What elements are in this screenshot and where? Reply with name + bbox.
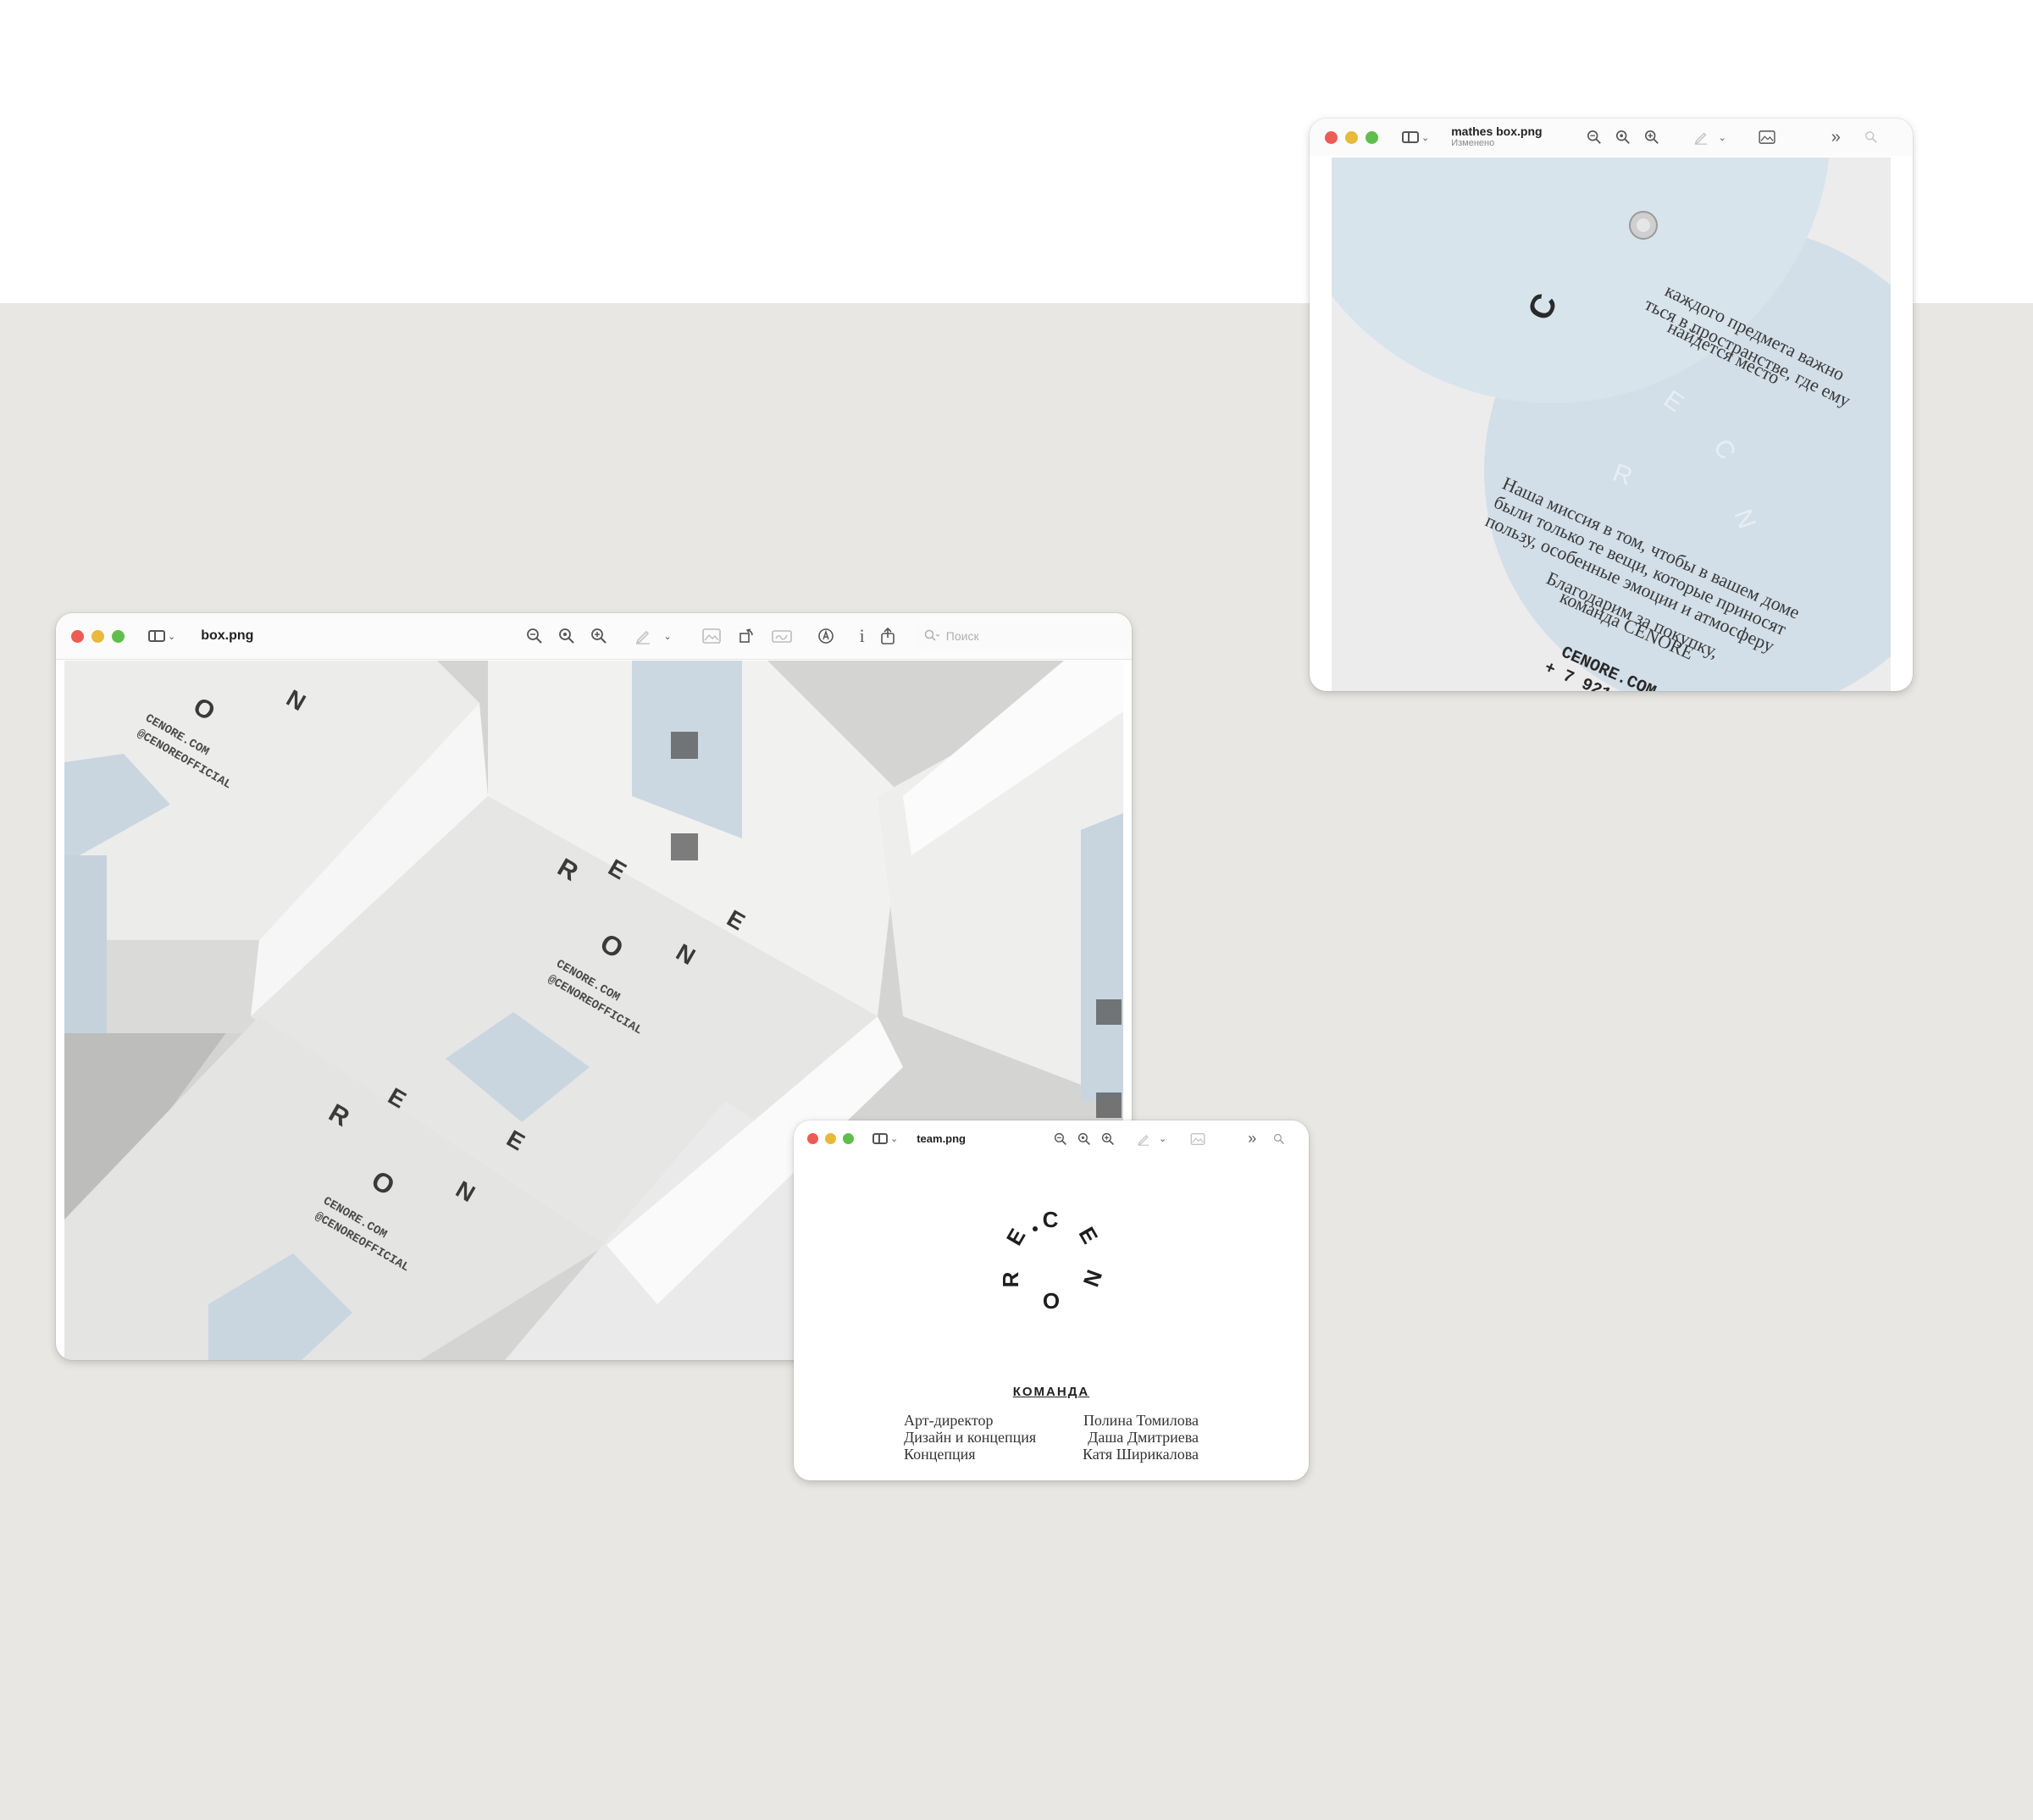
- image-adjust-icon[interactable]: [1759, 130, 1775, 144]
- sidebar-icon: [148, 630, 165, 642]
- chevron-down-icon: ⌄: [168, 631, 176, 642]
- logo-letter-n: N: [1078, 1266, 1108, 1290]
- logo-letter-e-left: E: [1001, 1224, 1031, 1249]
- zoom-out-icon[interactable]: [1587, 130, 1602, 145]
- zoom-out-icon[interactable]: [1054, 1132, 1067, 1146]
- box-window-toolbar: ⌄ box.png ⌄ i Поиск: [56, 613, 1132, 660]
- close-button[interactable]: [807, 1133, 818, 1144]
- team-role: Концепция: [904, 1446, 976, 1463]
- zoom-button[interactable]: [1365, 130, 1378, 144]
- markup-pen-icon[interactable]: [634, 628, 651, 644]
- markup-chevron-icon[interactable]: ⌄: [1719, 130, 1726, 145]
- zoom-in-icon[interactable]: [590, 628, 607, 644]
- zoom-in-icon[interactable]: [1644, 130, 1659, 145]
- title-group: mathes box.png Изменено: [1451, 125, 1542, 149]
- close-button[interactable]: [1325, 130, 1338, 144]
- logo-letter-r: R: [998, 1271, 1023, 1287]
- team-row: Арт-директор Полина Томилова: [904, 1412, 1199, 1429]
- traffic-lights: [71, 629, 125, 643]
- zoom-button[interactable]: [843, 1133, 854, 1144]
- zoom-button[interactable]: [112, 629, 125, 643]
- logo-letter-e-right: E: [1074, 1222, 1104, 1247]
- team-list: Арт-директор Полина Томилова Дизайн и ко…: [904, 1412, 1199, 1463]
- team-member-name: Катя Ширикалова: [1083, 1446, 1199, 1463]
- sidebar-icon: [1402, 131, 1419, 143]
- mathes-window-toolbar: ⌄ mathes box.png Изменено ⌄ »: [1310, 119, 1913, 156]
- team-role: Арт-директор: [904, 1412, 994, 1429]
- team-row: Дизайн и концепция Даша Дмитриева: [904, 1429, 1199, 1446]
- mathes-image-view: E C R N C каждого предмета важно ться в …: [1332, 158, 1891, 691]
- markup-pen-icon[interactable]: [1693, 130, 1709, 145]
- mathes-preview-window[interactable]: ⌄ mathes box.png Изменено ⌄ » E C R N C …: [1310, 119, 1913, 691]
- overflow-chevrons-icon[interactable]: »: [1248, 1130, 1256, 1148]
- markup-toolbar-icon[interactable]: [817, 628, 834, 644]
- team-window-toolbar: ⌄ team.png ⌄ »: [794, 1120, 1309, 1157]
- image-adjust-icon[interactable]: [1190, 1132, 1205, 1145]
- actual-size-icon[interactable]: [558, 628, 575, 644]
- info-icon[interactable]: i: [860, 625, 865, 647]
- share-icon[interactable]: [880, 628, 895, 644]
- close-button[interactable]: [71, 629, 84, 643]
- team-preview-window[interactable]: ⌄ team.png ⌄ » C E N O R E КОМАНДА Арт-д…: [794, 1120, 1309, 1480]
- zoom-out-icon[interactable]: [526, 628, 543, 644]
- minimize-button[interactable]: [1345, 130, 1358, 144]
- markup-chevron-icon[interactable]: ⌄: [663, 628, 671, 644]
- overflow-chevrons-icon[interactable]: »: [1831, 128, 1841, 147]
- window-subtitle: Изменено: [1451, 138, 1495, 148]
- sidebar-toggle-button[interactable]: ⌄: [872, 1133, 898, 1144]
- signature-icon[interactable]: [771, 628, 792, 644]
- team-member-name: Даша Дмитриева: [1088, 1429, 1199, 1446]
- sidebar-icon: [872, 1133, 888, 1144]
- minimize-button[interactable]: [825, 1133, 836, 1144]
- rotate-icon[interactable]: [738, 628, 755, 644]
- search-icon[interactable]: [1273, 1133, 1285, 1145]
- traffic-lights: [807, 1133, 854, 1144]
- markup-pen-icon[interactable]: [1137, 1132, 1150, 1146]
- card-mockup-image: E C R N C каждого предмета важно ться в …: [1332, 158, 1891, 691]
- team-member-name: Полина Томилова: [1083, 1412, 1199, 1429]
- zoom-in-icon[interactable]: [1101, 1132, 1115, 1146]
- chevron-down-icon: ⌄: [890, 1134, 899, 1144]
- search-icon: [924, 629, 939, 641]
- traffic-lights: [1325, 130, 1378, 144]
- actual-size-icon[interactable]: [1615, 130, 1631, 145]
- window-title: team.png: [917, 1132, 967, 1145]
- search-icon[interactable]: [1864, 130, 1878, 144]
- cenore-logo: C E N O R E: [998, 1207, 1108, 1314]
- team-heading: КОМАНДА: [1012, 1385, 1090, 1399]
- team-role: Дизайн и концепция: [904, 1429, 1037, 1446]
- logo-letter-c: C: [1043, 1207, 1059, 1232]
- window-title: mathes box.png: [1451, 124, 1543, 138]
- search-placeholder: Поиск: [945, 629, 979, 643]
- logo-dot: [1033, 1226, 1038, 1231]
- sidebar-toggle-button[interactable]: ⌄: [148, 630, 175, 642]
- markup-chevron-icon[interactable]: ⌄: [1159, 1132, 1166, 1146]
- sidebar-toggle-button[interactable]: ⌄: [1402, 131, 1429, 143]
- chevron-down-icon: ⌄: [1421, 132, 1430, 143]
- minimize-button[interactable]: [91, 629, 104, 643]
- window-title: box.png: [201, 628, 254, 643]
- team-row: Концепция Катя Ширикалова: [904, 1446, 1199, 1463]
- team-image-view: C E N O R E КОМАНДА Арт-директор Полина …: [794, 1158, 1309, 1480]
- actual-size-icon[interactable]: [1077, 1132, 1091, 1146]
- image-adjust-icon[interactable]: [701, 628, 721, 644]
- logo-letter-o: O: [1043, 1288, 1060, 1314]
- search-field[interactable]: Поиск: [913, 622, 1132, 650]
